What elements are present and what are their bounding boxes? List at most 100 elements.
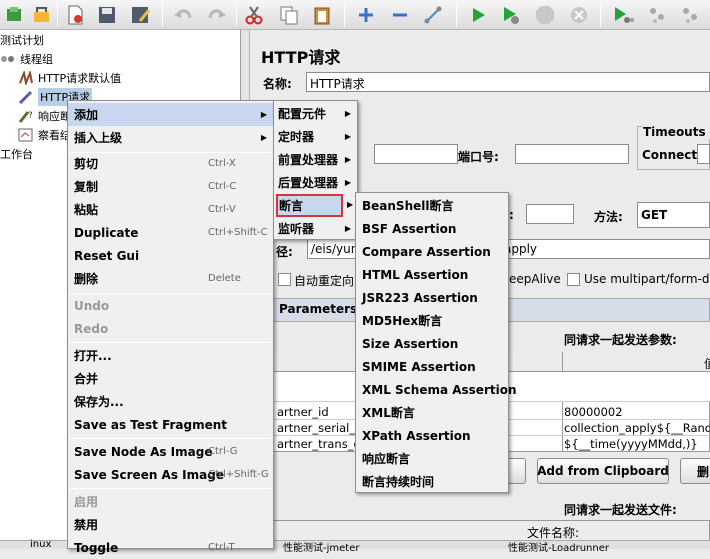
tree-node-test-plan[interactable]: 测试计划 xyxy=(0,31,44,49)
param-name[interactable]: artner_trans_d xyxy=(277,437,361,451)
value-column-header: 值 xyxy=(704,355,710,372)
follow-redirects-checkbox[interactable] xyxy=(278,273,291,286)
menu-item-toggle[interactable]: Toggle Ctrl-T xyxy=(68,536,273,559)
assertion-item[interactable]: HTML Assertion xyxy=(356,263,508,286)
send-files-label: 同请求一起发送文件: xyxy=(564,503,677,517)
save-as-icon[interactable] xyxy=(128,2,154,28)
open-icon[interactable] xyxy=(28,2,54,28)
send-params-label: 同请求一起发送参数: xyxy=(564,333,677,347)
submenu-item-listener[interactable]: 监听器 ▶ xyxy=(274,217,357,240)
detail-button[interactable] xyxy=(506,458,526,484)
param-value[interactable]: 80000002 xyxy=(564,405,623,419)
redo-icon[interactable] xyxy=(204,2,230,28)
shutdown-icon[interactable] xyxy=(566,2,592,28)
assertion-item[interactable]: XML Schema Assertion xyxy=(356,378,517,401)
assertion-item[interactable]: XPath Assertion xyxy=(356,424,508,447)
tab-parameters[interactable]: Parameters xyxy=(279,302,357,316)
menu-item-insert-parent[interactable]: 插入上级 ▶ xyxy=(68,126,273,149)
delete-button[interactable]: 删 xyxy=(680,458,710,484)
tree-node-label: 测试计划 xyxy=(0,34,44,47)
menu-item-open[interactable]: 打开... xyxy=(68,344,273,367)
connect-label: Connect: xyxy=(642,148,702,162)
param-name[interactable]: artner_id xyxy=(277,405,329,419)
assertion-item[interactable]: BSF Assertion xyxy=(356,217,508,240)
menu-item-save-node-as-image[interactable]: Save Node As Image Ctrl-G xyxy=(68,440,273,463)
menu-item-save-as-test-fragment[interactable]: Save as Test Fragment xyxy=(68,413,273,436)
assertion-item[interactable]: Size Assertion xyxy=(356,332,508,355)
port-label: 端口号: xyxy=(458,150,499,164)
menu-item-save-as[interactable]: 保存为... xyxy=(68,390,273,413)
start-icon[interactable] xyxy=(465,2,491,28)
taskbar-item: 性能测试-jmeter xyxy=(283,543,360,554)
menu-item-add[interactable]: 添加 ▶ xyxy=(68,103,273,126)
assertion-item[interactable]: BeanShell断言 xyxy=(356,194,508,217)
menu-item-redo[interactable]: Redo xyxy=(68,317,273,340)
menu-item-undo[interactable]: Undo xyxy=(68,294,273,317)
cut-icon[interactable] xyxy=(241,2,267,28)
toggle-icon[interactable] xyxy=(420,2,446,28)
submenu-item-config-element[interactable]: 配置元件 ▶ xyxy=(274,102,357,125)
server-name-input[interactable] xyxy=(374,144,458,164)
menu-item-duplicate[interactable]: Duplicate Ctrl+Shift-C xyxy=(68,221,273,244)
assertion-item[interactable]: 断言持续时间 xyxy=(356,470,508,493)
expand-icon[interactable] xyxy=(353,2,379,28)
start-no-pauses-icon[interactable] xyxy=(498,2,524,28)
path-label: 径: xyxy=(276,245,293,259)
menu-item-enable[interactable]: 启用 xyxy=(68,490,273,513)
connect-timeout-input[interactable] xyxy=(697,144,710,164)
menu-item-cut[interactable]: 剪切 Ctrl-X xyxy=(68,152,273,175)
submenu-arrow-icon: ▶ xyxy=(344,155,351,164)
menu-item-merge[interactable]: 合并 xyxy=(68,367,273,390)
tree-node-http-defaults[interactable]: HTTP请求默认值 xyxy=(18,69,121,87)
save-icon[interactable] xyxy=(94,2,120,28)
menu-item-delete[interactable]: 删除 Delete xyxy=(68,267,273,290)
submenu-item-pre-processor[interactable]: 前置处理器 ▶ xyxy=(274,148,357,171)
port-input[interactable] xyxy=(515,144,629,164)
copy-icon[interactable] xyxy=(276,2,302,28)
submenu-item-assertion[interactable]: 断言 xyxy=(276,194,343,217)
remote-exit-icon[interactable] xyxy=(678,2,704,28)
tree-node-workbench[interactable]: 工作台 xyxy=(0,145,33,163)
toolbar xyxy=(0,0,710,30)
paste-icon[interactable] xyxy=(309,2,335,28)
stop-icon[interactable] xyxy=(532,2,558,28)
submenu-item-post-processor[interactable]: 后置处理器 ▶ xyxy=(274,171,357,194)
tree-node-thread-group[interactable]: 线程组 xyxy=(0,50,53,68)
collapse-icon[interactable] xyxy=(387,2,413,28)
submenu-arrow-icon: ▶ xyxy=(347,200,354,209)
name-input[interactable]: HTTP请求 xyxy=(306,72,710,92)
panel-title: HTTP请求 xyxy=(261,48,341,67)
remote-stop-icon[interactable] xyxy=(645,2,671,28)
multipart-checkbox[interactable] xyxy=(567,273,580,286)
tree-node-label: HTTP请求默认值 xyxy=(38,72,122,85)
submenu-arrow-icon: ▶ xyxy=(344,132,351,141)
templates-icon[interactable] xyxy=(1,2,27,28)
menu-item-reset-gui[interactable]: Reset Gui xyxy=(68,244,273,267)
submenu-arrow-icon: ▶ xyxy=(344,109,351,118)
remote-start-icon[interactable] xyxy=(610,2,636,28)
param-value[interactable]: ${__time(yyyyMMdd,)} xyxy=(564,437,698,451)
follow-redirects-label: 自动重定向 xyxy=(294,274,355,288)
undo-icon[interactable] xyxy=(170,2,196,28)
path-value: /eis/yun xyxy=(311,242,359,256)
menu-item-copy[interactable]: 复制 Ctrl-C xyxy=(68,175,273,198)
close-file-icon[interactable] xyxy=(62,2,88,28)
menu-item-disable[interactable]: 禁用 xyxy=(68,513,273,536)
assertion-item[interactable]: SMIME Assertion xyxy=(356,355,508,378)
param-name[interactable]: artner_serial_ xyxy=(277,421,355,435)
assertion-item[interactable]: XML断言 xyxy=(356,401,508,424)
menu-item-paste[interactable]: 粘贴 Ctrl-V xyxy=(68,198,273,221)
sampler-icon xyxy=(18,90,33,104)
protocol-input[interactable] xyxy=(526,204,574,224)
timeouts-label: Timeouts (m xyxy=(643,125,710,139)
assertion-item[interactable]: MD5Hex断言 xyxy=(356,309,508,332)
assertion-item[interactable]: JSR223 Assertion xyxy=(356,286,508,309)
submenu-item-timer[interactable]: 定时器 ▶ xyxy=(274,125,357,148)
add-submenu: 配置元件 ▶ 定时器 ▶ 前置处理器 ▶ 后置处理器 ▶ 断言 ▶ 监听器 ▶ xyxy=(273,100,358,240)
assertion-item[interactable]: Compare Assertion xyxy=(356,240,508,263)
param-value[interactable]: collection_apply${__Rando xyxy=(564,421,710,435)
assertion-item[interactable]: 响应断言 xyxy=(356,447,508,470)
method-select[interactable]: GET xyxy=(637,202,710,228)
add-from-clipboard-button[interactable]: Add from Clipboard xyxy=(537,458,669,484)
menu-item-save-screen-as-image[interactable]: Save Screen As Image Ctrl+Shift-G xyxy=(68,463,273,486)
